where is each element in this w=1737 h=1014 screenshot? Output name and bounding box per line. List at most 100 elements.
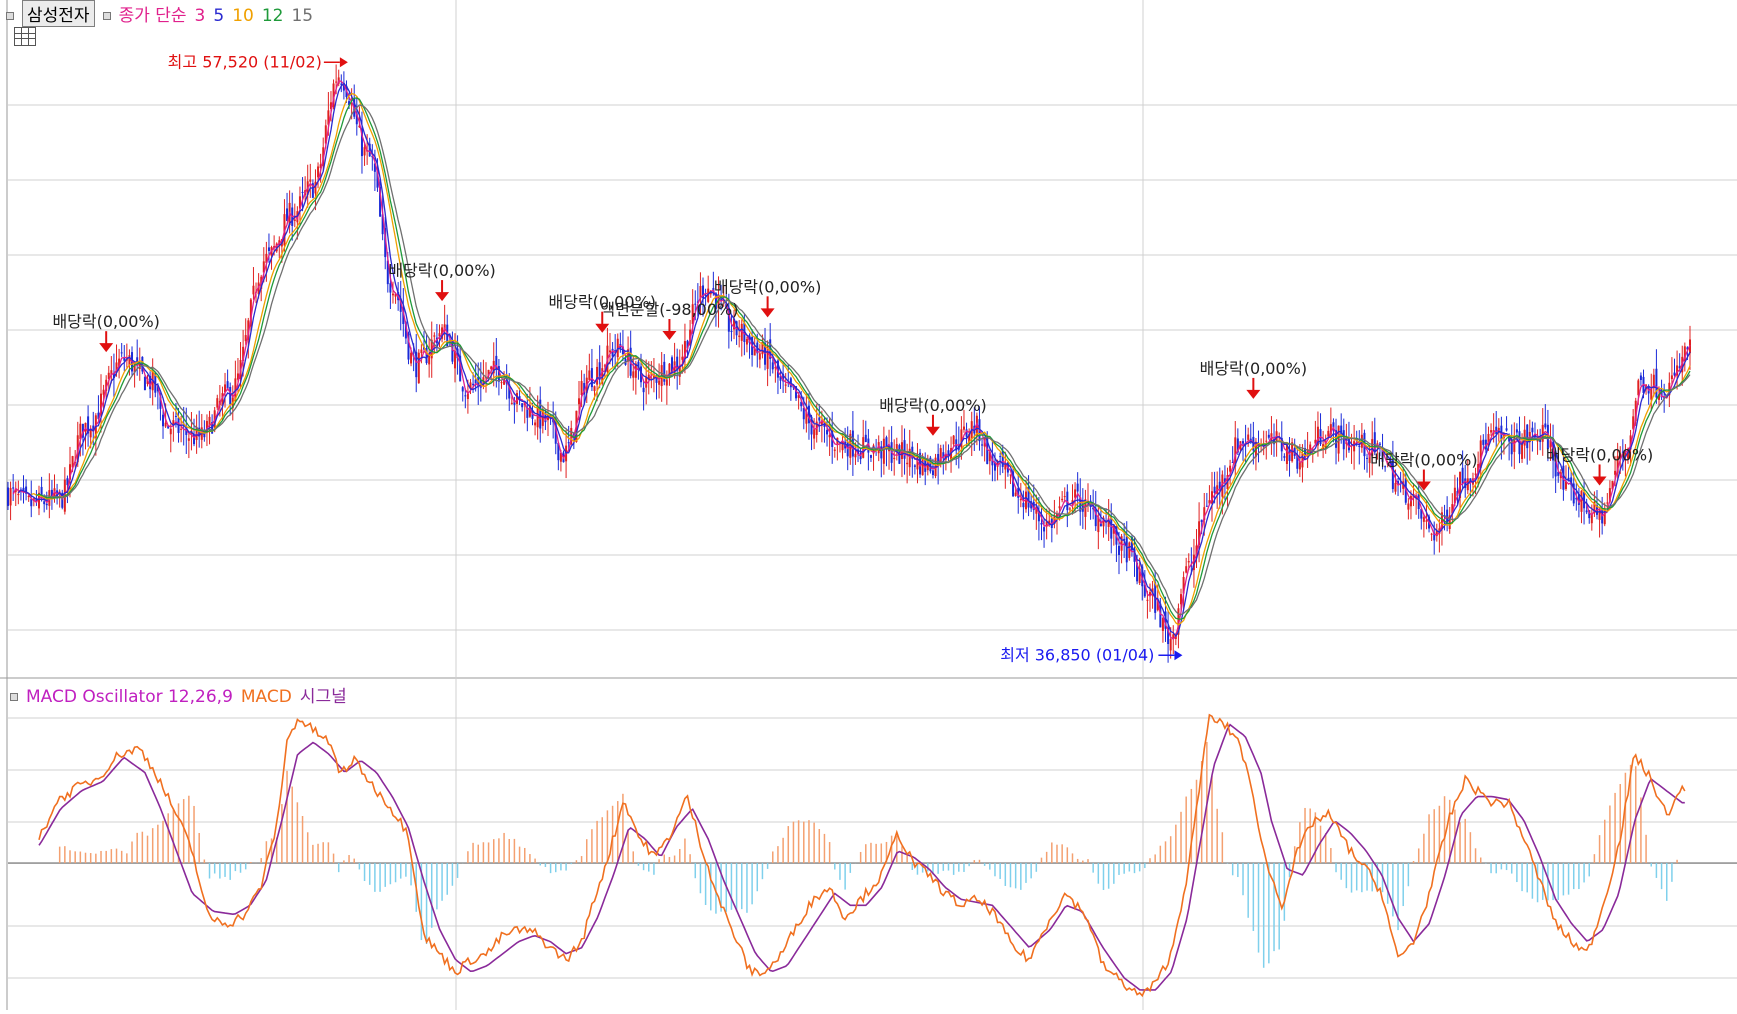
candle-body [1040,522,1043,525]
candle-body [1358,445,1361,447]
candle-body [1461,467,1464,484]
candle-body [417,352,420,384]
candle-body [1505,428,1508,431]
candle-body [1515,429,1518,433]
ma-line-10 [31,92,1691,626]
candle-body [632,371,635,378]
stock-chart: 배당락(0,00%) 배당락(0,00%) 배당락(0,00%) 액면분할(-98,0… [0,0,1737,1010]
candle-body [1544,423,1547,428]
candle-body [17,493,20,496]
candle-body [1205,505,1208,507]
event-arrow-icon [435,292,450,302]
candle-body [1490,430,1493,433]
candle-body [1283,456,1286,458]
candle-body [665,379,668,386]
macd-oscillator-label: MACD Oscillator 12,26,9 [26,687,233,707]
candle-body [1430,533,1433,535]
candle-body [1063,496,1066,498]
candle-body [1353,441,1356,452]
candle-body [745,339,748,345]
macd-line [38,713,1686,998]
candle-body [658,380,661,385]
candle-body [596,366,599,385]
candle-body [1019,499,1022,501]
candle-body [164,422,167,427]
candle-body [593,386,596,392]
candle-body [1670,375,1673,380]
candle-body [45,503,48,506]
candle-body [833,449,836,451]
candle-body [1117,545,1120,555]
candle-body [120,352,123,354]
candle-body [1342,430,1345,450]
candle-body [1169,639,1172,651]
candle-body [1187,561,1190,563]
table-grid-icon[interactable] [14,27,36,46]
candle-body [1378,443,1381,445]
stock-name-button[interactable]: 삼성전자 [22,0,95,27]
candle-body [784,384,787,386]
candle-body [1526,424,1529,449]
candle-body [30,498,33,507]
candle-body [903,440,906,459]
candle-body [301,191,304,193]
candle-body [1061,498,1064,501]
candle-body [758,353,761,360]
event-label: 배당락(0,00%) [1200,359,1307,378]
candle-body [578,398,581,405]
candle-body [1213,486,1216,493]
high-label: 최고 57,520 (11/02) [168,52,322,71]
candle-body [180,428,183,430]
square-toggle-icon[interactable] [10,693,18,701]
candle-body [309,179,312,182]
candle-body [1076,483,1079,492]
candle-body [9,488,12,506]
candle-body [893,457,896,460]
square-toggle-icon[interactable] [6,12,14,20]
candle-body [7,487,9,506]
ma-period-15: 15 [291,6,314,26]
candle-body [826,430,829,435]
candle-body [500,382,503,384]
candle-body [466,393,469,400]
candle-body [818,417,821,421]
candle-body [510,402,513,404]
candle-body [1655,368,1658,398]
event-arrow-icon [760,308,775,318]
candle-body [609,350,612,353]
candle-body [363,147,366,156]
candle-body [813,429,816,439]
chart-canvas: 배당락(0,00%) 배당락(0,00%) 배당락(0,00%) 액면분할(-98,0… [0,0,1737,1010]
candle-body [226,381,229,389]
ma-label: 종가 단순 [118,6,187,26]
ma-line-15 [44,104,1691,616]
ma-period-3: 3 [194,6,206,26]
candle-body [43,501,46,505]
square-toggle-icon[interactable] [102,12,111,20]
candle-body [216,398,219,408]
signal-label: 시그널 [299,687,347,707]
candle-body [1407,503,1410,510]
candle-body [1614,470,1617,475]
candle-body [1474,473,1477,475]
candle-body [1580,490,1583,512]
candle-body [730,330,733,332]
macd-legend: MACD Oscillator 12,26,9 MACD 시그널 [10,682,355,707]
candle-body [461,387,464,392]
candle-body [1394,482,1397,492]
candle-body [882,438,885,464]
candle-body [1022,502,1025,508]
candle-body [567,442,570,444]
candle-body [906,462,909,465]
candle-body [464,395,467,397]
candle-body [771,362,774,370]
event-label: 배당락(0,00%) [879,396,986,415]
candle-body [1110,517,1113,539]
candle-body [1531,427,1534,433]
candle-body [293,219,296,221]
candle-body [1014,492,1017,496]
ma-period-5: 5 [213,6,225,26]
candle-body [952,435,955,445]
ma-period-12: 12 [261,6,284,26]
candle-body [1422,517,1425,522]
